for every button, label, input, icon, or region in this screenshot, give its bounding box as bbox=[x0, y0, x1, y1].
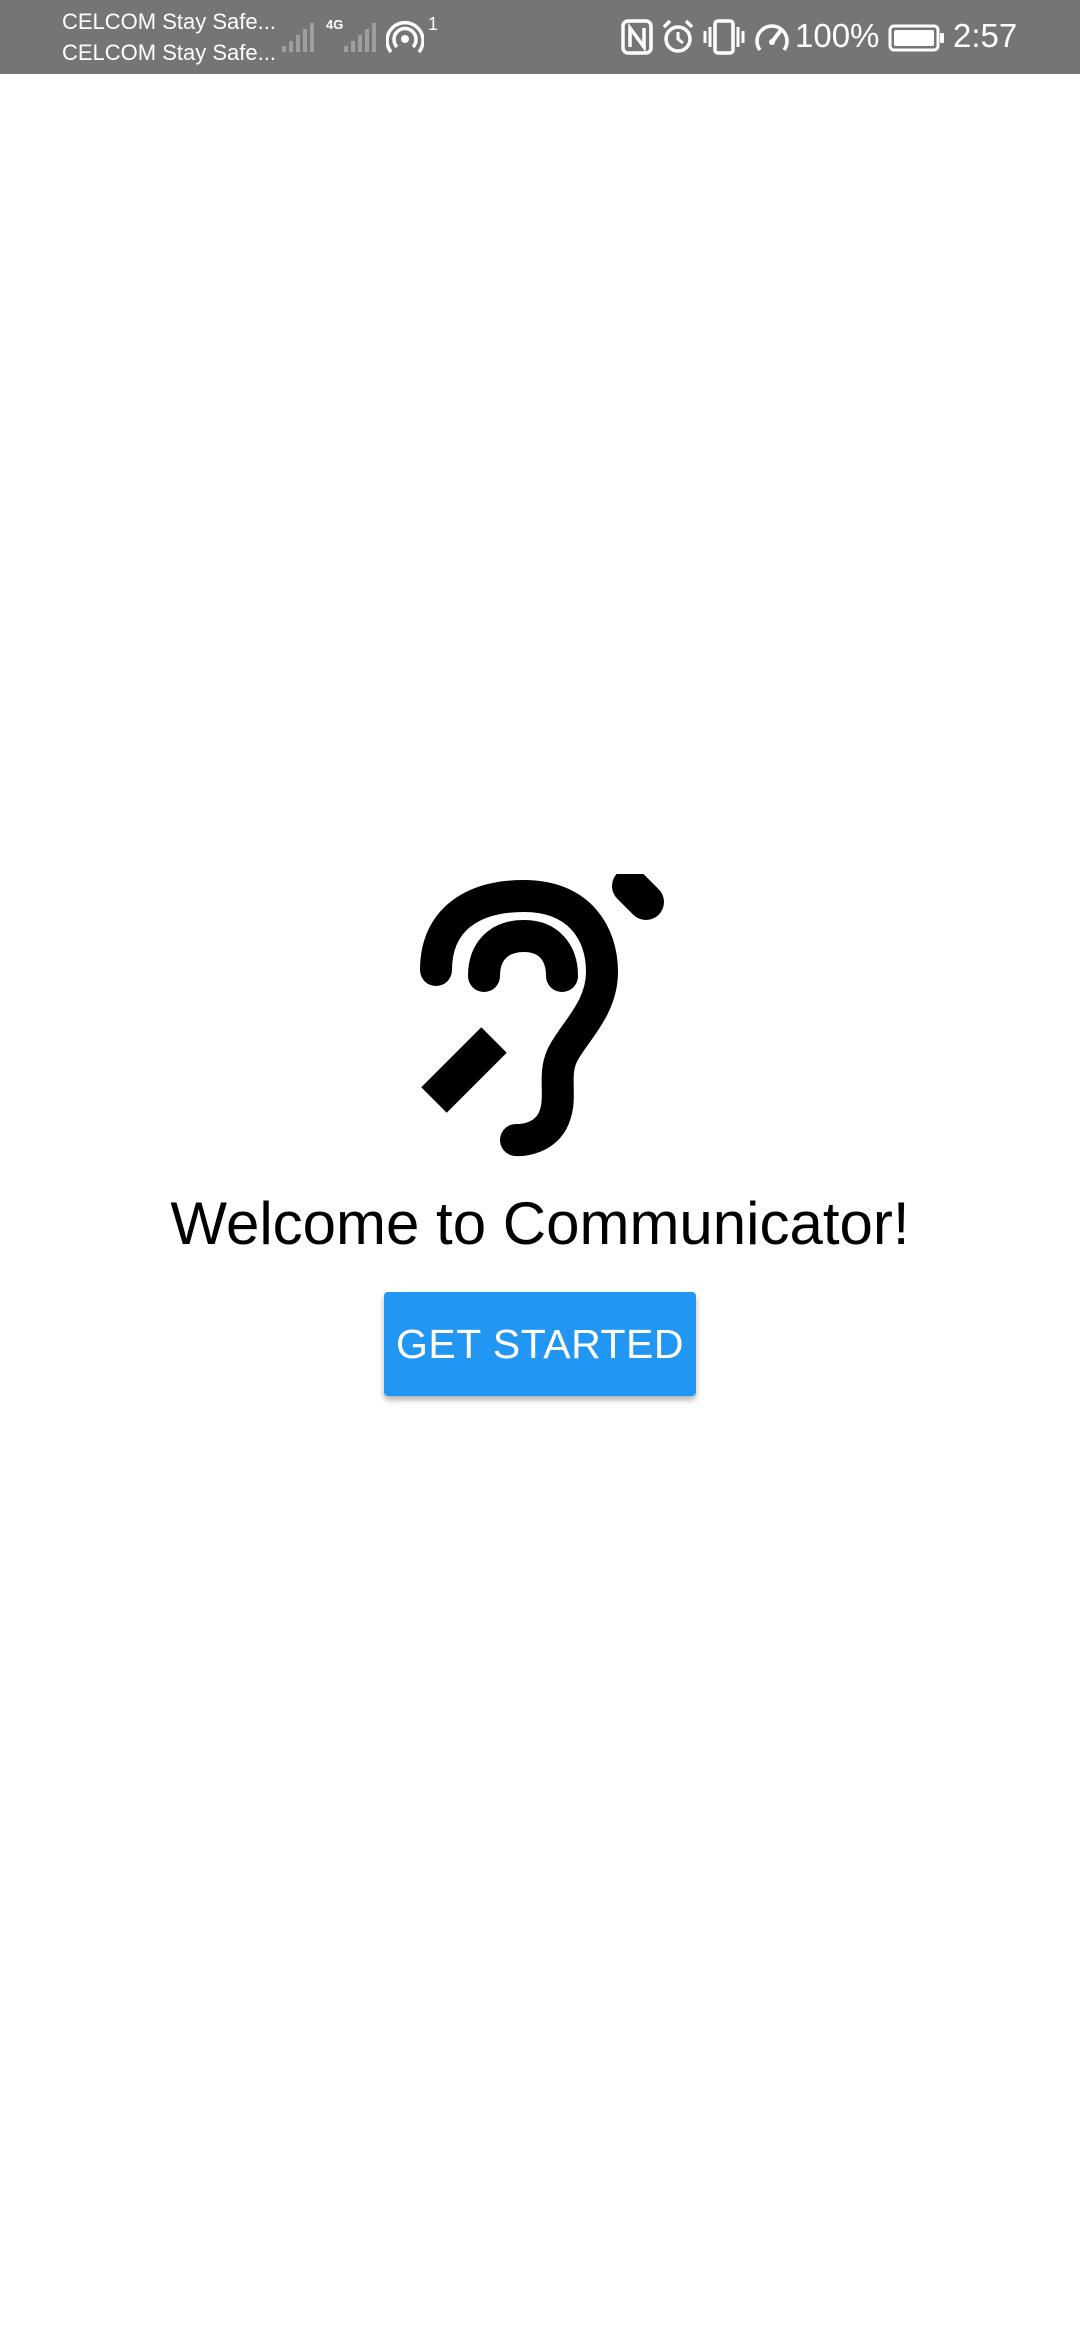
vibrate-icon bbox=[703, 19, 745, 55]
battery-percent: 100% bbox=[795, 17, 880, 54]
carrier-2: CELCOM Stay Safe... bbox=[62, 40, 276, 65]
status-bar: CELCOM Stay Safe... CELCOM Stay Safe... … bbox=[0, 0, 1080, 74]
signal-icon bbox=[344, 23, 376, 52]
network-type: 4G bbox=[326, 17, 344, 32]
alarm-icon bbox=[662, 19, 694, 53]
data-saver-icon bbox=[755, 24, 789, 52]
clock: 2:57 bbox=[953, 17, 1018, 54]
welcome-title: Welcome to Communicator! bbox=[170, 1190, 910, 1257]
battery-icon bbox=[888, 24, 944, 52]
signal-icon bbox=[282, 23, 314, 52]
get-started-button[interactable]: GET STARTED bbox=[384, 1292, 696, 1396]
carrier-1: CELCOM Stay Safe... bbox=[62, 9, 276, 34]
nfc-icon bbox=[621, 19, 653, 55]
hotspot-count: 1 bbox=[428, 14, 439, 34]
hotspot-icon bbox=[386, 21, 424, 54]
carrier-names: CELCOM Stay Safe... CELCOM Stay Safe... bbox=[62, 6, 276, 68]
welcome-screen: Welcome to Communicator! GET STARTED bbox=[0, 74, 1080, 2340]
hearing-impaired-ear-icon bbox=[420, 874, 664, 1157]
